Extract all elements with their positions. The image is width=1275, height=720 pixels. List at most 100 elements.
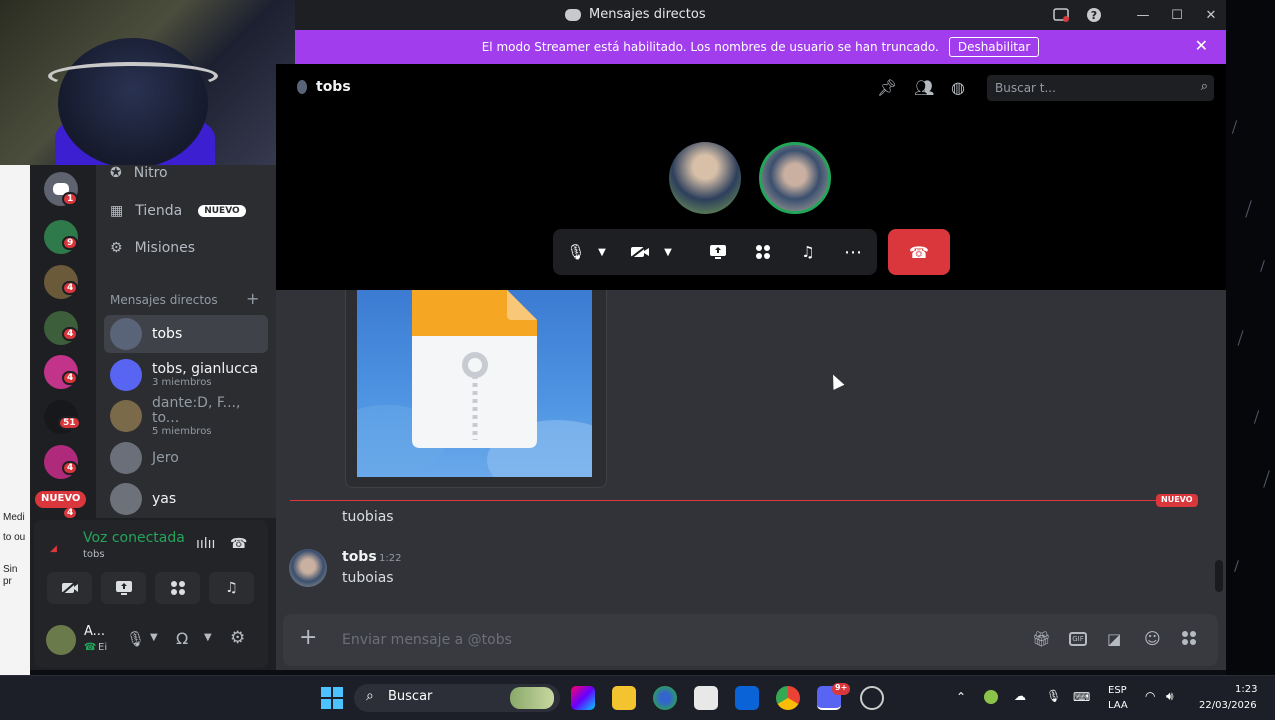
settings-gear-icon[interactable]: ⚙ bbox=[230, 628, 245, 648]
call-mic-chevron-icon[interactable]: ▼ bbox=[595, 239, 609, 265]
participant-avatar-2-speaking[interactable] bbox=[759, 142, 831, 214]
search-icon: ⌕ bbox=[1200, 79, 1208, 94]
avatar bbox=[110, 359, 142, 391]
keyboard-icon[interactable]: ⌨ bbox=[1073, 690, 1090, 704]
nav-missions[interactable]: ⚙ Misiones bbox=[110, 240, 195, 256]
close-window-icon[interactable]: ✕ bbox=[1200, 4, 1222, 26]
apps-icon[interactable] bbox=[1181, 630, 1197, 650]
create-dm-icon[interactable]: + bbox=[246, 289, 259, 308]
message-input[interactable]: + Enviar mensaje a @tobs 🎁︎ GIF ◪ ☺ bbox=[283, 614, 1218, 666]
wifi-icon[interactable]: ◠ bbox=[1145, 689, 1155, 703]
gif-icon[interactable]: GIF bbox=[1069, 632, 1087, 646]
dm-item[interactable]: Jero bbox=[104, 439, 268, 477]
server-badge-4: 4 bbox=[62, 371, 79, 385]
new-servers-pill[interactable]: NUEVO bbox=[35, 491, 87, 508]
emoji-icon[interactable]: ☺ bbox=[1144, 629, 1161, 648]
call-microphone-icon[interactable]: 🎙︎ bbox=[566, 239, 585, 265]
taskbar-search-input[interactable]: ⌕ Buscar bbox=[354, 684, 560, 712]
dm-item[interactable]: tobs, gianlucca 3 miembros bbox=[104, 356, 268, 394]
add-attachment-icon[interactable]: + bbox=[299, 627, 317, 649]
dm-item[interactable]: tobs bbox=[104, 315, 268, 353]
share-screen-button[interactable] bbox=[101, 572, 146, 604]
hang-up-button[interactable]: ☎ bbox=[888, 229, 950, 275]
dm-item[interactable]: yas bbox=[104, 480, 268, 518]
keyboard-layout-indicator[interactable]: LAA bbox=[1108, 700, 1128, 711]
signal-icon: ◢ bbox=[50, 544, 57, 554]
headphones-icon[interactable]: Ω bbox=[176, 629, 188, 648]
avatar bbox=[110, 483, 142, 515]
phone-status-icon: ☎ bbox=[84, 642, 97, 653]
clock-date[interactable]: 22/03/2026 bbox=[1199, 700, 1257, 711]
add-friends-icon[interactable]: 👥︎ bbox=[914, 78, 934, 97]
inbox-icon[interactable] bbox=[1050, 4, 1072, 26]
avatar[interactable] bbox=[46, 625, 76, 655]
mic-options-chevron-icon[interactable]: ▼ bbox=[150, 632, 158, 643]
avatar[interactable] bbox=[289, 549, 327, 587]
search-input[interactable]: Buscar t... ⌕ bbox=[987, 75, 1214, 101]
dm-avatar-small bbox=[297, 80, 307, 94]
soundboard-button[interactable]: ♫ bbox=[209, 572, 254, 604]
file-explorer-icon[interactable] bbox=[612, 686, 636, 710]
soundboard-icon: ♫ bbox=[225, 580, 238, 596]
participant-avatar-1[interactable] bbox=[669, 142, 741, 214]
banner-text: El modo Streamer está habilitado. Los no… bbox=[481, 40, 939, 54]
message-text: tuboias bbox=[342, 570, 394, 586]
minimize-icon[interactable]: — bbox=[1132, 4, 1154, 26]
call-camera-off-icon[interactable] bbox=[629, 239, 651, 265]
dm-item-name: dante:D, F..., to... bbox=[152, 394, 241, 426]
call-activities-icon[interactable] bbox=[752, 239, 774, 265]
nav-shop[interactable]: ▦ Tienda NUEVO bbox=[110, 203, 246, 219]
tray-mic-icon[interactable]: 🎙︎ bbox=[1046, 689, 1061, 703]
avatar bbox=[110, 442, 142, 474]
call-soundboard-icon[interactable]: ♫ bbox=[797, 239, 819, 265]
volume-icon[interactable]: 🔊︎ bbox=[1166, 689, 1174, 704]
copilot-icon[interactable] bbox=[571, 686, 595, 710]
call-camera-chevron-icon[interactable]: ▼ bbox=[661, 239, 675, 265]
webcam-overlay bbox=[0, 0, 295, 165]
gift-icon[interactable]: 🎁︎ bbox=[1032, 630, 1051, 648]
message-author[interactable]: tobs bbox=[342, 549, 377, 565]
help-icon[interactable]: ? bbox=[1083, 4, 1105, 26]
mail-icon[interactable] bbox=[735, 686, 759, 710]
maximize-icon[interactable]: ☐ bbox=[1166, 4, 1188, 26]
disable-streamer-button[interactable]: Deshabilitar bbox=[948, 37, 1040, 57]
camera-toggle-button[interactable] bbox=[47, 572, 92, 604]
noise-suppression-icon[interactable]: ıılıı bbox=[196, 536, 215, 552]
message-timestamp: 1:22 bbox=[379, 553, 402, 564]
missions-icon: ⚙ bbox=[110, 240, 123, 256]
chrome-icon[interactable] bbox=[776, 686, 800, 710]
window-title: Mensajes directos bbox=[565, 7, 706, 22]
audio-options-chevron-icon[interactable]: ▼ bbox=[204, 632, 212, 643]
bg-text-1: Medi bbox=[3, 512, 25, 523]
close-banner-icon[interactable]: ✕ bbox=[1195, 36, 1208, 55]
chat-scrollbar[interactable] bbox=[1215, 560, 1223, 592]
zip-file-preview[interactable] bbox=[357, 290, 592, 477]
desktop-right-strip bbox=[1226, 0, 1275, 675]
language-indicator[interactable]: ESP bbox=[1108, 685, 1127, 696]
edge-icon[interactable] bbox=[653, 686, 677, 710]
microphone-icon[interactable]: 🎙︎ bbox=[126, 630, 145, 648]
home-unread-badge: 1 bbox=[62, 192, 79, 206]
tray-app-icon[interactable] bbox=[984, 690, 998, 704]
call-screen-share-icon[interactable] bbox=[707, 239, 729, 265]
title-bar: Mensajes directos ? — ☐ ✕ bbox=[295, 0, 1226, 30]
dm-section-header: Mensajes directos bbox=[110, 293, 218, 307]
clock-time[interactable]: 1:23 bbox=[1235, 684, 1257, 695]
nav-missions-label: Misiones bbox=[134, 240, 196, 256]
dm-sidebar: ✪ Nitro ▦ Tienda NUEVO ⚙ Misiones Mensaj… bbox=[96, 165, 276, 518]
onedrive-icon[interactable]: ☁ bbox=[1014, 689, 1026, 703]
sticker-icon[interactable]: ◪ bbox=[1107, 630, 1121, 648]
call-more-icon[interactable]: ⋯ bbox=[842, 239, 864, 265]
windows-start-icon[interactable] bbox=[320, 686, 344, 710]
disconnect-icon[interactable]: ☎ bbox=[230, 536, 247, 552]
store-icon[interactable] bbox=[694, 686, 718, 710]
pinned-icon[interactable]: 📌︎ bbox=[877, 78, 897, 97]
new-messages-divider bbox=[290, 500, 1198, 501]
profile-icon[interactable]: ◍ bbox=[951, 78, 965, 97]
activities-button[interactable] bbox=[155, 572, 200, 604]
tray-expand-icon[interactable]: ⌃ bbox=[956, 690, 966, 704]
dm-item[interactable]: dante:D, F..., to... 5 miembros bbox=[104, 394, 268, 437]
nav-nitro[interactable]: ✪ Nitro bbox=[110, 165, 168, 181]
obs-icon[interactable] bbox=[860, 686, 884, 710]
dm-item-name: yas bbox=[152, 490, 177, 507]
